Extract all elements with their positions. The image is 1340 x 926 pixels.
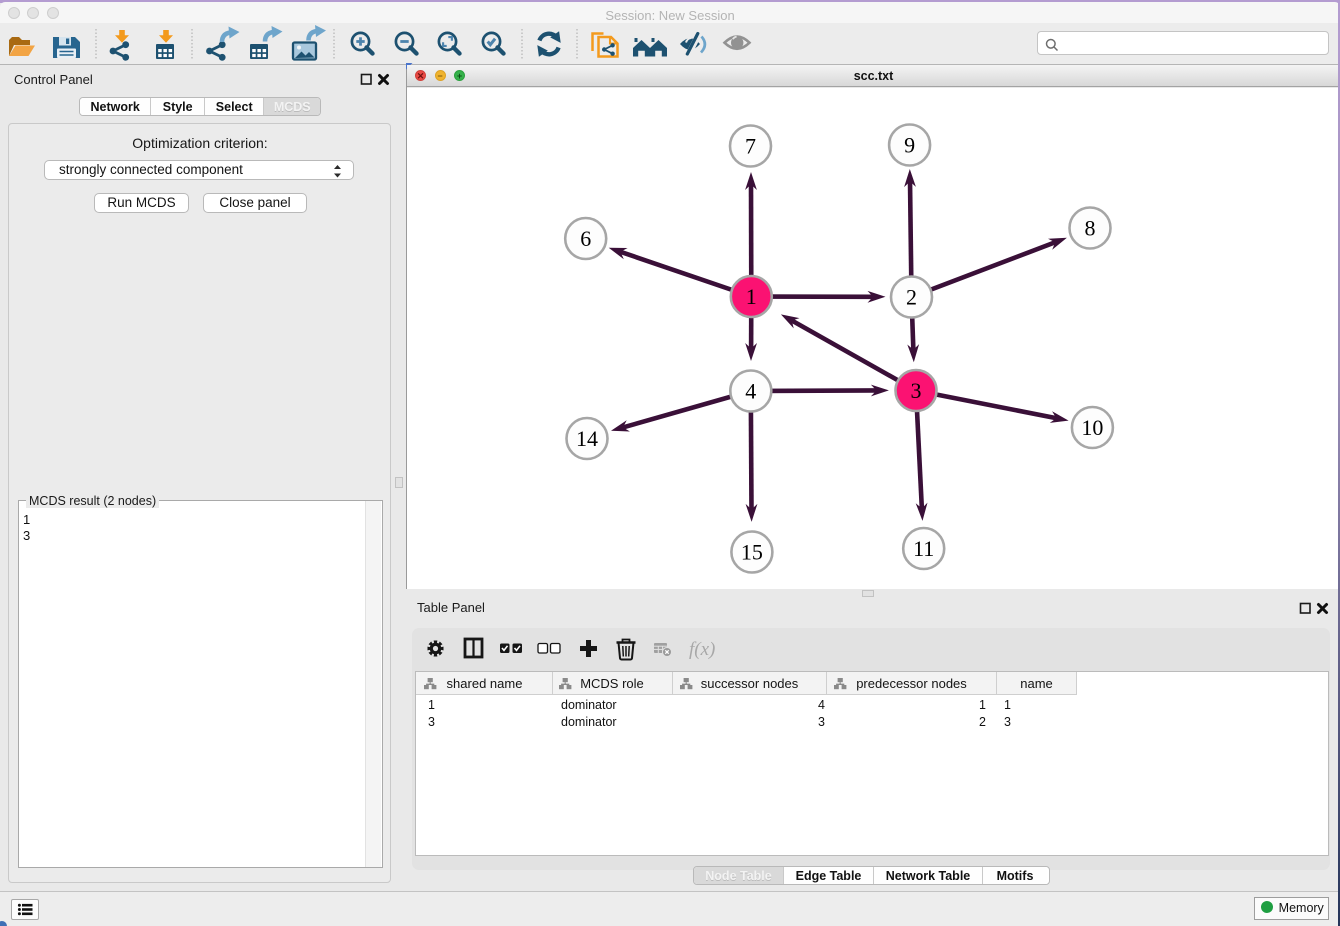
svg-text:7: 7 (745, 134, 756, 159)
svg-text:8: 8 (1085, 216, 1096, 241)
svg-text:11: 11 (913, 536, 934, 561)
svg-text:2: 2 (906, 285, 917, 310)
svg-text:15: 15 (741, 540, 763, 565)
svg-text:4: 4 (745, 379, 756, 404)
svg-text:1: 1 (746, 284, 757, 309)
svg-text:6: 6 (580, 226, 591, 251)
svg-text:9: 9 (904, 133, 915, 158)
svg-text:f(x): f(x) (689, 639, 715, 660)
svg-text:14: 14 (576, 426, 598, 451)
svg-text:10: 10 (1081, 415, 1103, 440)
svg-text:3: 3 (911, 378, 922, 403)
